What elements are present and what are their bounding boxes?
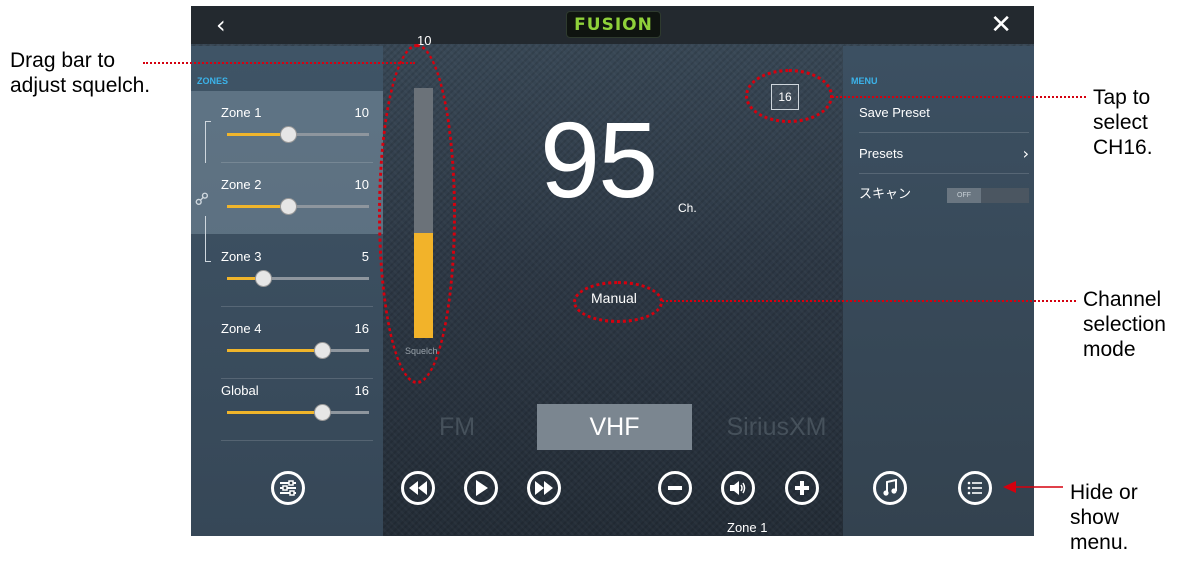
menu-arrow bbox=[1003, 481, 1063, 493]
